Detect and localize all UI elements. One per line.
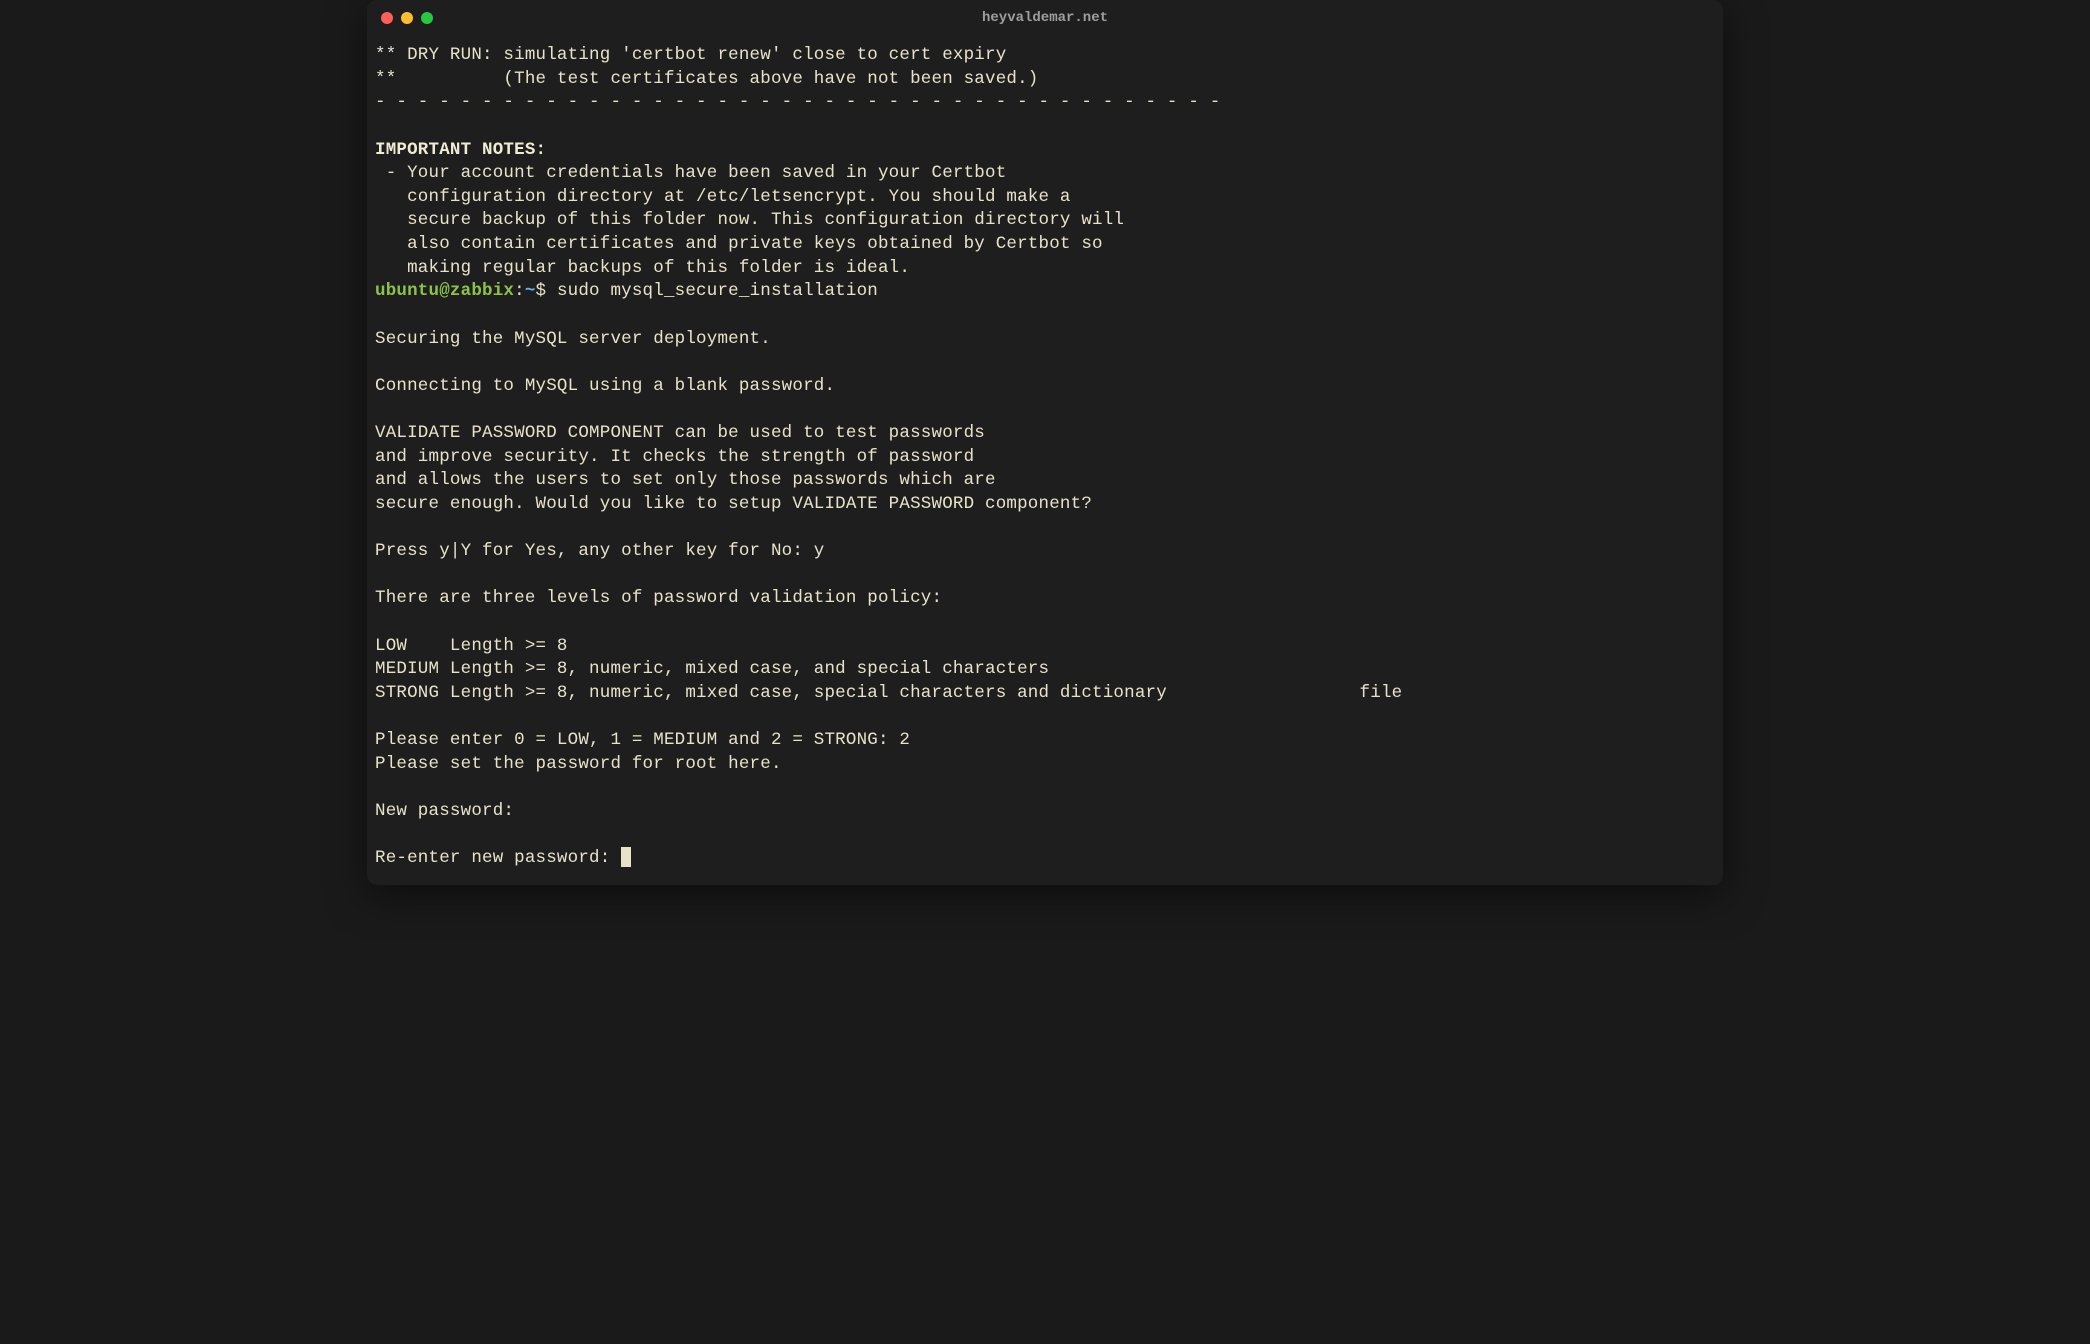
output-line: Securing the MySQL server deployment. — [375, 329, 771, 349]
output-line: also contain certificates and private ke… — [375, 234, 1103, 254]
window-title: heyvaldemar.net — [982, 10, 1108, 26]
output-line: secure backup of this folder now. This c… — [375, 210, 1124, 230]
output-line: MEDIUM Length >= 8, numeric, mixed case,… — [375, 659, 1049, 679]
terminal-content[interactable]: ** DRY RUN: simulating 'certbot renew' c… — [367, 36, 1723, 885]
output-line: There are three levels of password valid… — [375, 588, 942, 608]
prompt-user: ubuntu@zabbix — [375, 281, 514, 301]
output-line: Connecting to MySQL using a blank passwo… — [375, 376, 835, 396]
output-line: and allows the users to set only those p… — [375, 470, 996, 490]
password-prompt: New password: — [375, 801, 525, 821]
output-line: secure enough. Would you like to setup V… — [375, 494, 1092, 514]
output-line: ** (The test certificates above have not… — [375, 69, 1039, 89]
command-text: sudo mysql_secure_installation — [557, 281, 878, 301]
close-icon[interactable] — [381, 12, 393, 24]
output-line: configuration directory at /etc/letsencr… — [375, 187, 1071, 207]
minimize-icon[interactable] — [401, 12, 413, 24]
output-line: ** DRY RUN: simulating 'certbot renew' c… — [375, 45, 1006, 65]
output-line: - Your account credentials have been sav… — [375, 163, 1006, 183]
prompt-path: ~ — [525, 281, 536, 301]
important-notes-heading: IMPORTANT NOTES: — [375, 140, 546, 160]
maximize-icon[interactable] — [421, 12, 433, 24]
output-line: Press y|Y for Yes, any other key for No:… — [375, 541, 824, 561]
output-line: making regular backups of this folder is… — [375, 258, 910, 278]
output-line: VALIDATE PASSWORD COMPONENT can be used … — [375, 423, 985, 443]
terminal-window: heyvaldemar.net ** DRY RUN: simulating '… — [367, 0, 1723, 885]
output-line: Please set the password for root here. — [375, 754, 782, 774]
cursor-icon — [621, 847, 631, 867]
output-line: - - - - - - - - - - - - - - - - - - - - … — [375, 92, 1220, 112]
prompt-dollar: $ — [536, 281, 557, 301]
title-bar: heyvaldemar.net — [367, 0, 1723, 36]
output-line: Please enter 0 = LOW, 1 = MEDIUM and 2 =… — [375, 730, 910, 750]
traffic-lights — [381, 12, 433, 24]
prompt-separator: : — [514, 281, 525, 301]
output-line: STRONG Length >= 8, numeric, mixed case,… — [375, 683, 1402, 703]
output-line: LOW Length >= 8 — [375, 636, 568, 656]
output-line: and improve security. It checks the stre… — [375, 447, 974, 467]
reenter-prompt: Re-enter new password: — [375, 848, 621, 868]
